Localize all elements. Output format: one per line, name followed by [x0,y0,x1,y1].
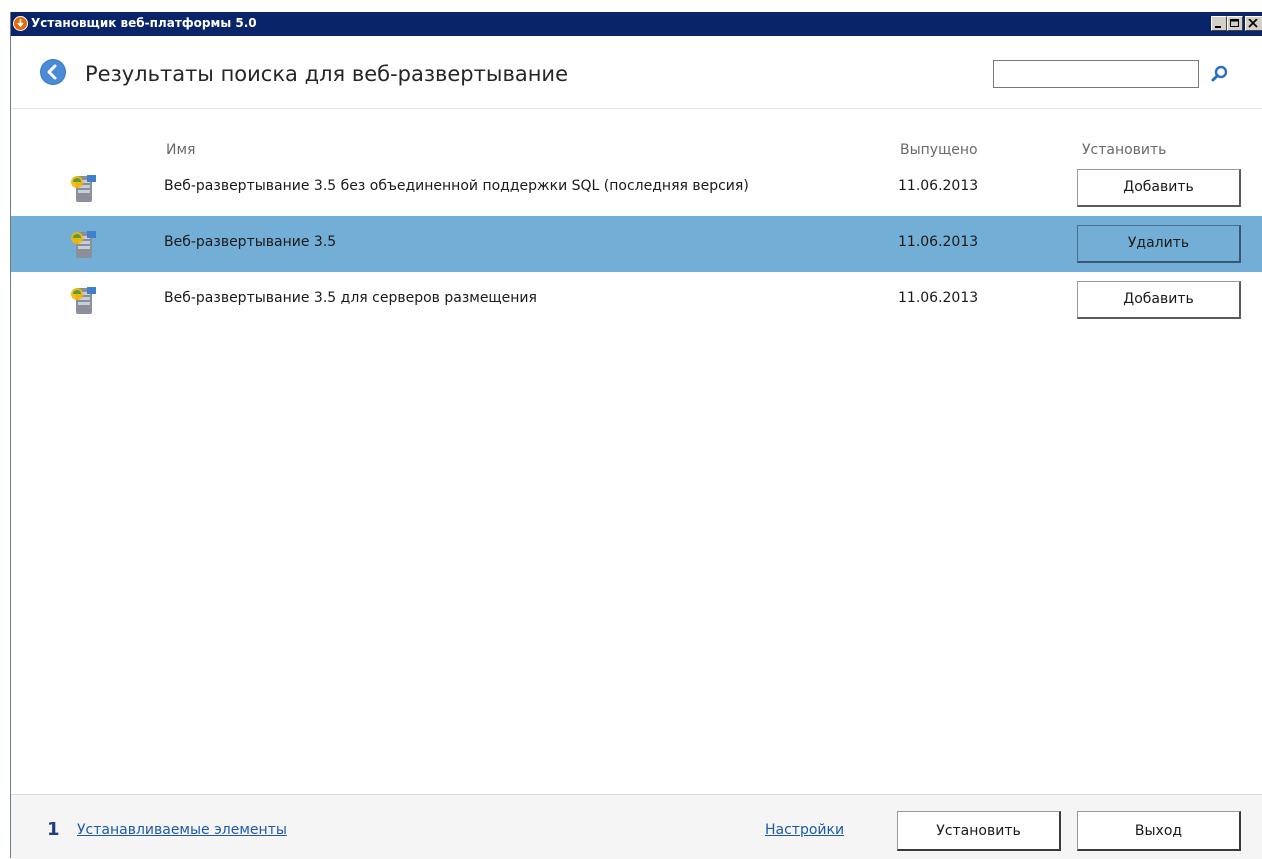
page-title: Результаты поиска для веб-развертывание [85,62,568,86]
add-button[interactable]: Добавить [1077,281,1241,319]
row-name: Веб-развертывание 3.5 без объединенной п… [164,178,749,194]
web-deploy-product-icon [71,231,96,258]
table-row-selected[interactable]: Веб-развертывание 3.5 11.06.2013 Удалить [11,216,1262,272]
window-title: Установщик веб-платформы 5.0 [31,16,257,30]
close-button[interactable] [1245,16,1262,31]
remove-button[interactable]: Удалить [1077,225,1241,263]
maximize-button[interactable] [1227,16,1243,31]
main-window: Установщик веб-платформы 5.0 Результаты … [10,12,1262,859]
footer-bar: 1 Устанавливаемые элементы Настройки Уст… [11,794,1262,859]
web-deploy-product-icon [71,287,96,314]
row-name: Веб-развертывание 3.5 [164,234,337,250]
column-header-released[interactable]: Выпущено [900,142,978,158]
settings-link[interactable]: Настройки [765,822,844,838]
search-input[interactable] [993,60,1199,88]
back-arrow-icon[interactable] [39,58,67,86]
close-icon [1248,19,1258,28]
page-header: Результаты поиска для веб-развертывание [11,36,1262,109]
items-to-install-link[interactable]: Устанавливаемые элементы [77,822,287,838]
title-bar[interactable]: Установщик веб-платформы 5.0 [11,12,1262,36]
search-icon[interactable] [1210,64,1230,84]
column-header-install: Установить [1082,142,1167,158]
web-deploy-product-icon [71,175,96,202]
table-row[interactable]: Веб-развертывание 3.5 для серверов разме… [11,272,1262,328]
minimize-button[interactable] [1211,16,1227,31]
table-row[interactable]: Веб-развертывание 3.5 без объединенной п… [11,160,1262,216]
add-button[interactable]: Добавить [1077,169,1241,207]
row-date: 11.06.2013 [898,234,979,250]
exit-button[interactable]: Выход [1077,811,1241,851]
row-name: Веб-развертывание 3.5 для серверов разме… [164,290,537,306]
minimize-icon [1215,26,1221,28]
column-header-name[interactable]: Имя [166,142,195,158]
row-date: 11.06.2013 [898,290,979,306]
row-date: 11.06.2013 [898,178,979,194]
install-button[interactable]: Установить [897,811,1061,851]
webpi-orange-icon [13,16,28,31]
maximize-icon [1230,19,1239,27]
items-count: 1 [47,819,60,840]
